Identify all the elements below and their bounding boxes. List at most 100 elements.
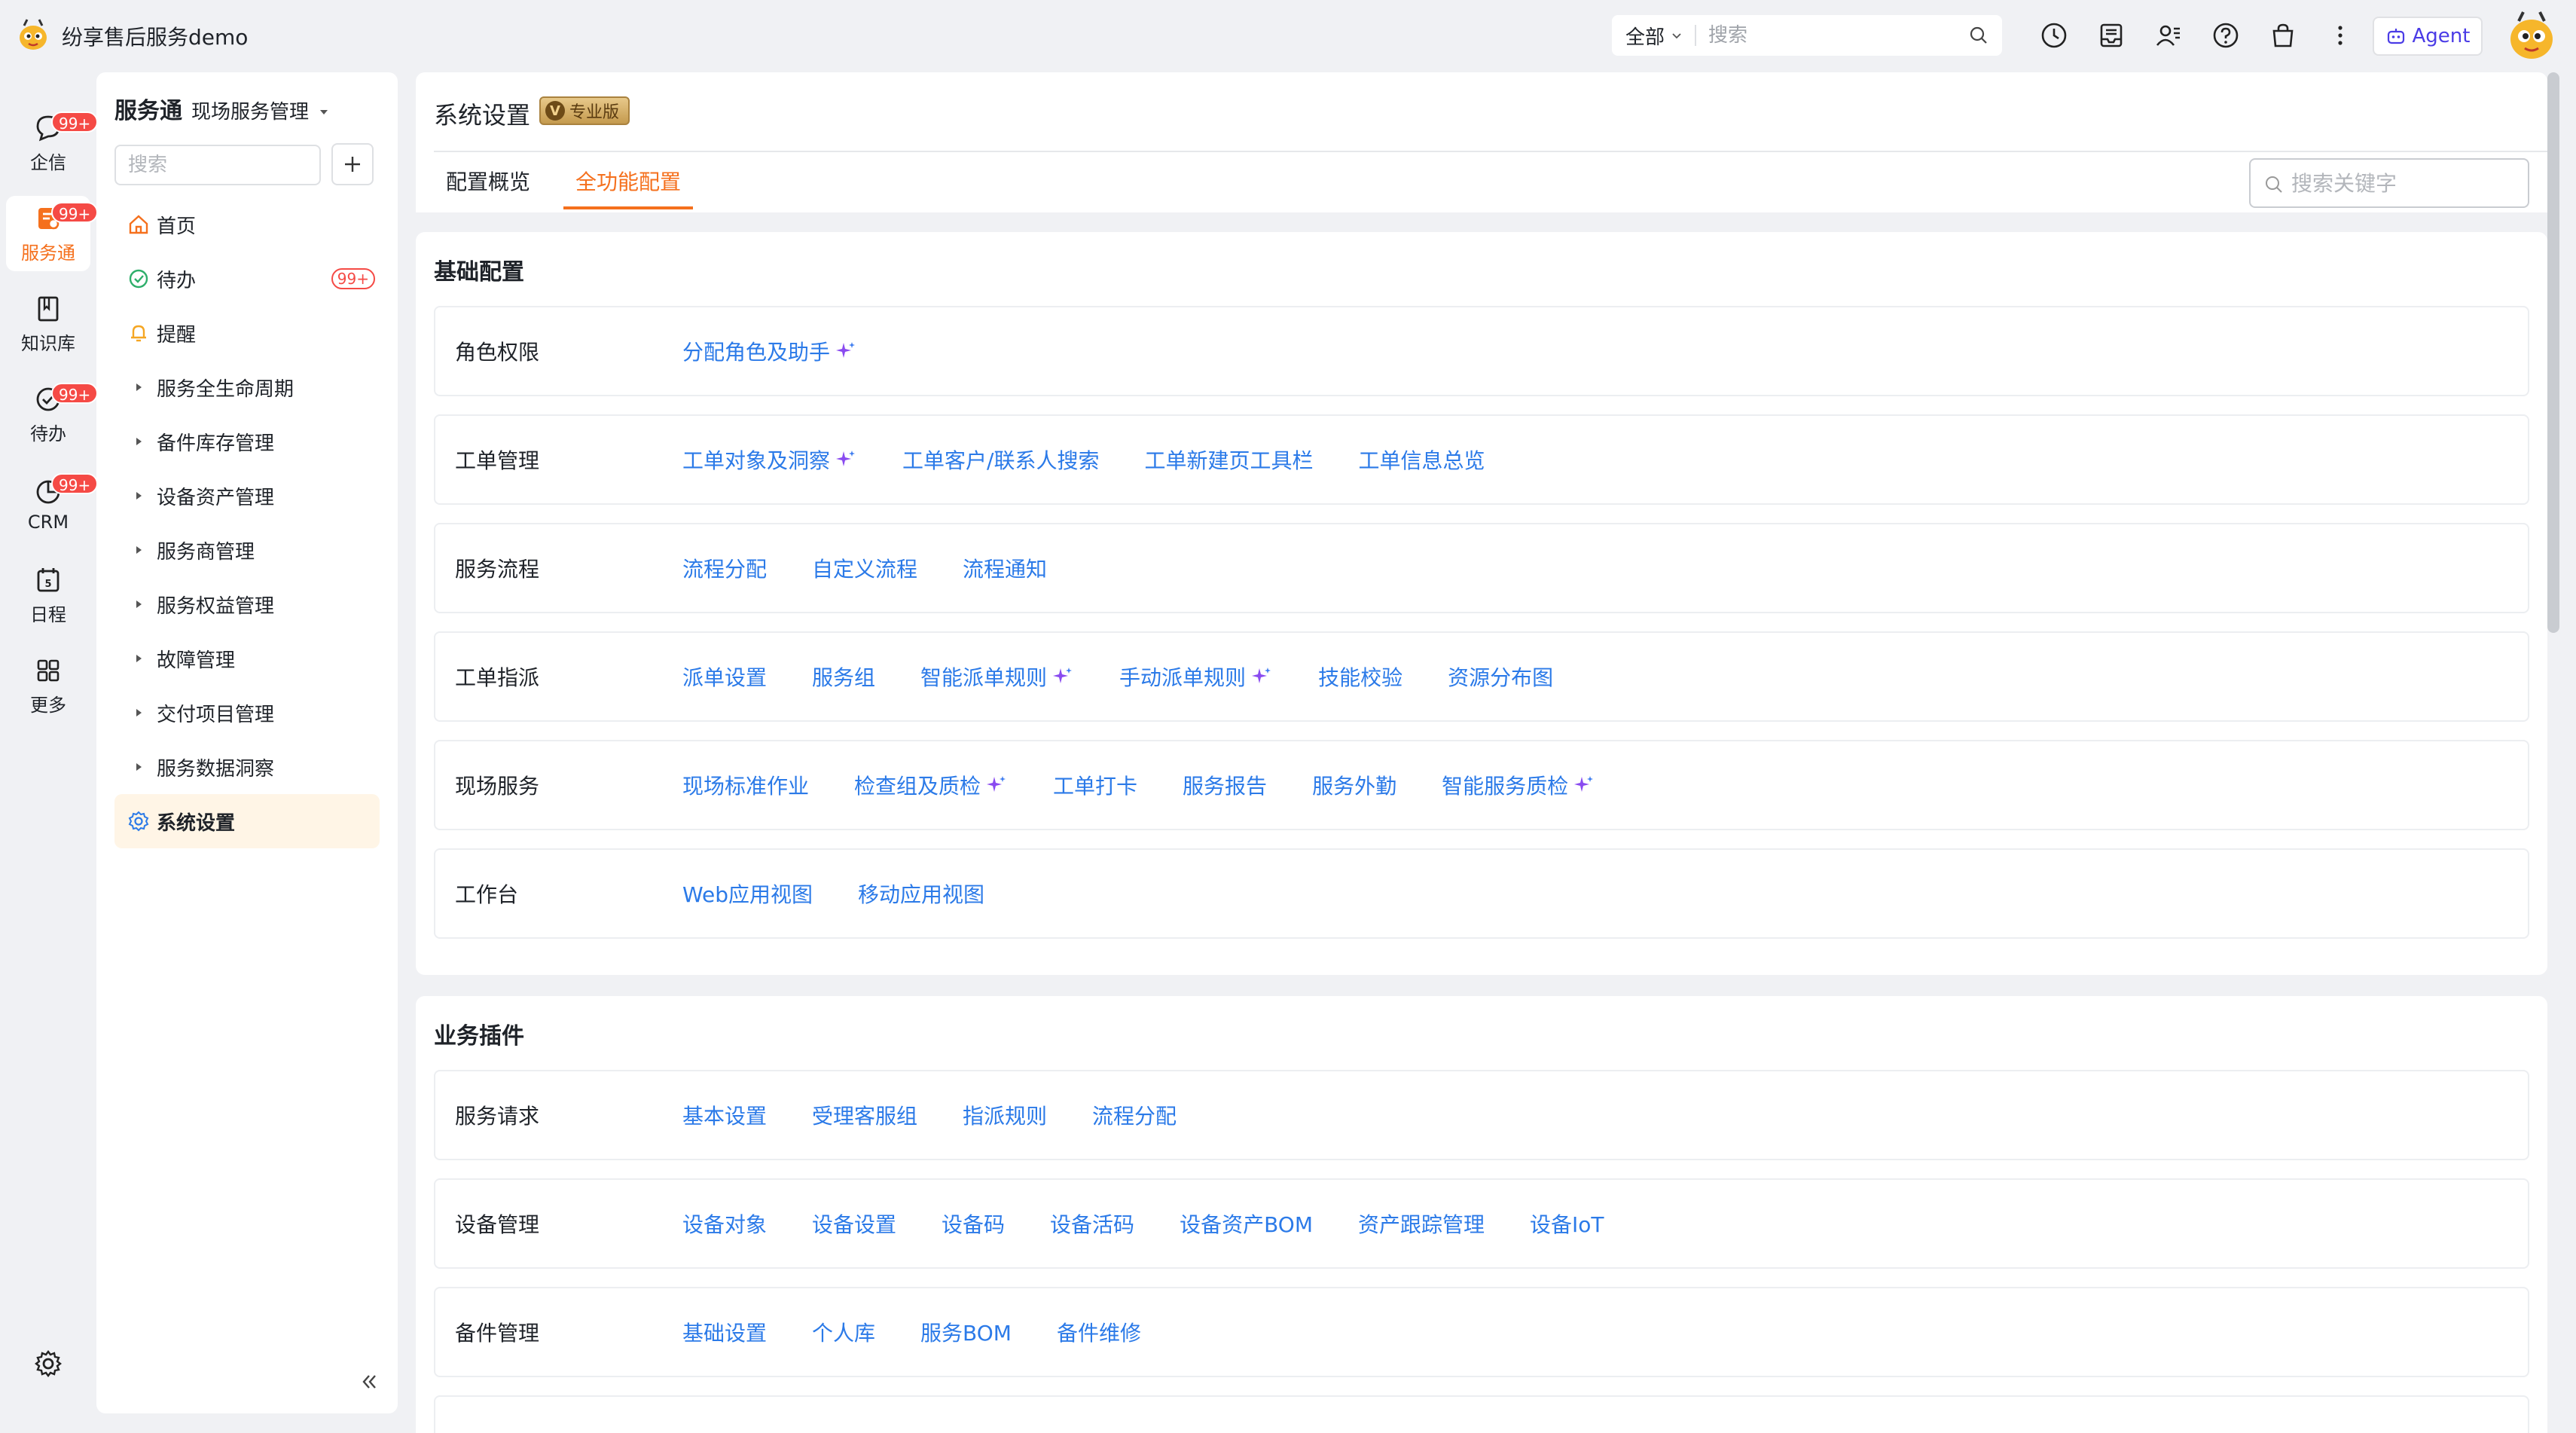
agent-button[interactable]: Agent: [2373, 17, 2483, 56]
row-label: 角色权限: [455, 340, 540, 365]
config-link[interactable]: 手动派单规则: [1119, 662, 1273, 692]
config-link[interactable]: 智能派单规则: [920, 662, 1074, 692]
nav-item-label: 提醒: [157, 323, 197, 347]
calendar-icon: 5: [37, 567, 60, 591]
rail-label: 知识库: [21, 332, 75, 354]
global-search[interactable]: 全部: [1612, 15, 2002, 56]
ai-sparkle-icon: [1574, 776, 1594, 792]
config-link[interactable]: 服务报告: [1183, 770, 1267, 800]
config-link[interactable]: 流程通知: [963, 553, 1047, 583]
nav-item-entitlements[interactable]: 服务权益管理: [114, 577, 380, 631]
nav-item-delivery[interactable]: 交付项目管理: [114, 686, 380, 740]
shopping-bag-icon[interactable]: [2269, 21, 2297, 50]
config-link[interactable]: 资产跟踪管理: [1358, 1208, 1485, 1239]
module-header[interactable]: 服务通 现场服务管理: [114, 92, 330, 125]
config-link[interactable]: 设备设置: [812, 1208, 896, 1239]
config-link[interactable]: 流程分配: [1092, 1100, 1177, 1130]
config-link[interactable]: 基础设置: [682, 1317, 767, 1347]
config-link[interactable]: 设备码: [942, 1208, 1005, 1239]
search-icon[interactable]: [1969, 26, 1988, 45]
todo-badge: 99+: [331, 268, 375, 289]
config-link[interactable]: 设备活码: [1050, 1208, 1134, 1239]
gear-icon[interactable]: [33, 1349, 63, 1379]
config-link[interactable]: 工单对象及洞察: [682, 445, 857, 475]
search-icon: [2266, 176, 2282, 193]
nav-item-reminder[interactable]: 提醒: [114, 306, 380, 360]
rail-item-more[interactable]: 更多: [6, 648, 90, 723]
rail-label: 更多: [30, 694, 66, 716]
vip-icon: V: [545, 101, 565, 121]
config-link[interactable]: 设备IoT: [1530, 1208, 1604, 1239]
config-link[interactable]: 服务BOM: [920, 1317, 1012, 1347]
config-link[interactable]: 移动应用视图: [858, 878, 984, 909]
config-link[interactable]: 工单新建页工具栏: [1144, 445, 1313, 475]
rail-item-knowledge[interactable]: 知识库: [6, 286, 90, 362]
nav-item-todo[interactable]: 待办 99+: [114, 252, 380, 306]
contacts-icon[interactable]: [2154, 21, 2183, 50]
config-link[interactable]: 技能校验: [1318, 662, 1402, 692]
nav-item-providers[interactable]: 服务商管理: [114, 523, 380, 577]
config-link[interactable]: 智能服务质检: [1442, 770, 1595, 800]
config-link[interactable]: 检查组及质检: [854, 770, 1008, 800]
config-link[interactable]: 现场标准作业: [682, 770, 809, 800]
search-scope-select[interactable]: 全部: [1625, 22, 1683, 50]
config-link[interactable]: Web应用视图: [682, 878, 813, 909]
add-button[interactable]: [331, 143, 374, 185]
module-nav: 服务通 现场服务管理 首页 待办 99+ 提醒 服务全生命周期 备件库存管理: [96, 72, 398, 1413]
nav-item-insights[interactable]: 服务数据洞察: [114, 740, 380, 794]
nav-item-label: 待办: [157, 269, 197, 292]
caret-right-icon: [136, 709, 142, 716]
rail-item-todo[interactable]: 待办 99+: [6, 377, 99, 452]
nav-item-settings[interactable]: 系统设置: [114, 794, 380, 848]
rail-item-service[interactable]: 服务通 99+: [6, 196, 99, 271]
config-link[interactable]: 分配角色及助手: [682, 336, 857, 366]
config-link[interactable]: 工单信息总览: [1358, 445, 1485, 475]
config-link[interactable]: 派单设置: [682, 662, 767, 692]
tab-all-features[interactable]: 全功能配置: [563, 152, 694, 209]
book-icon: [38, 296, 59, 321]
config-link[interactable]: 工单客户/联系人搜索: [902, 445, 1099, 475]
config-link[interactable]: 设备资产BOM: [1180, 1208, 1313, 1239]
history-icon[interactable]: [2040, 21, 2068, 50]
global-search-input[interactable]: [1708, 24, 1965, 47]
config-link[interactable]: 自定义流程: [812, 553, 917, 583]
config-link[interactable]: 个人库: [812, 1317, 875, 1347]
rail-item-crm[interactable]: CRM 99+: [6, 467, 99, 542]
config-link[interactable]: 基本设置: [682, 1100, 767, 1130]
config-link[interactable]: 指派规则: [963, 1100, 1047, 1130]
config-link[interactable]: 工单打卡: [1053, 770, 1137, 800]
keyword-search-input[interactable]: [2291, 170, 2517, 196]
nav-item-spare-parts[interactable]: 备件库存管理: [114, 414, 380, 469]
nav-item-lifecycle[interactable]: 服务全生命周期: [114, 360, 380, 414]
config-link[interactable]: 设备对象: [682, 1208, 767, 1239]
config-link[interactable]: 服务组: [812, 662, 875, 692]
nav-item-label: 系统设置: [157, 811, 236, 835]
nav-item-home[interactable]: 首页: [114, 197, 380, 252]
config-row-spare-parts: 备件管理 基础设置 个人库 服务BOM 备件维修: [434, 1287, 2529, 1377]
app-rail: 企信 99+ 服务通 99+ 知识库 待办 99+ CRM 99+ 5 日程 更…: [0, 69, 99, 1433]
avatar[interactable]: [2505, 9, 2558, 62]
nav-item-label: 首页: [157, 215, 197, 238]
config-link[interactable]: 服务外勤: [1312, 770, 1396, 800]
nav-item-assets[interactable]: 设备资产管理: [114, 469, 380, 523]
keyword-search[interactable]: [2249, 158, 2529, 208]
config-row-workbench: 工作台 Web应用视图 移动应用视图: [434, 848, 2529, 939]
search-scope-label: 全部: [1625, 26, 1665, 49]
config-link[interactable]: 资源分布图: [1448, 662, 1553, 692]
rail-item-calendar[interactable]: 5 日程: [6, 558, 90, 633]
inbox-icon[interactable]: [2097, 21, 2126, 50]
page-scrollbar[interactable]: [2547, 72, 2559, 633]
rail-label: 服务通: [21, 242, 75, 264]
help-icon[interactable]: [2211, 21, 2240, 50]
config-link[interactable]: 流程分配: [682, 553, 767, 583]
tab-overview[interactable]: 配置概览: [434, 152, 542, 209]
config-link[interactable]: 受理客服组: [812, 1100, 917, 1130]
collapse-icon[interactable]: [357, 1370, 381, 1394]
module-title: 服务通: [114, 98, 182, 124]
rail-item-chat[interactable]: 企信 99+: [6, 105, 99, 181]
config-link[interactable]: 备件维修: [1057, 1317, 1141, 1347]
nav-item-faults[interactable]: 故障管理: [114, 631, 380, 686]
row-label: 工单管理: [455, 448, 540, 473]
nav-search-input[interactable]: [114, 145, 321, 185]
more-vertical-icon[interactable]: [2326, 21, 2355, 50]
